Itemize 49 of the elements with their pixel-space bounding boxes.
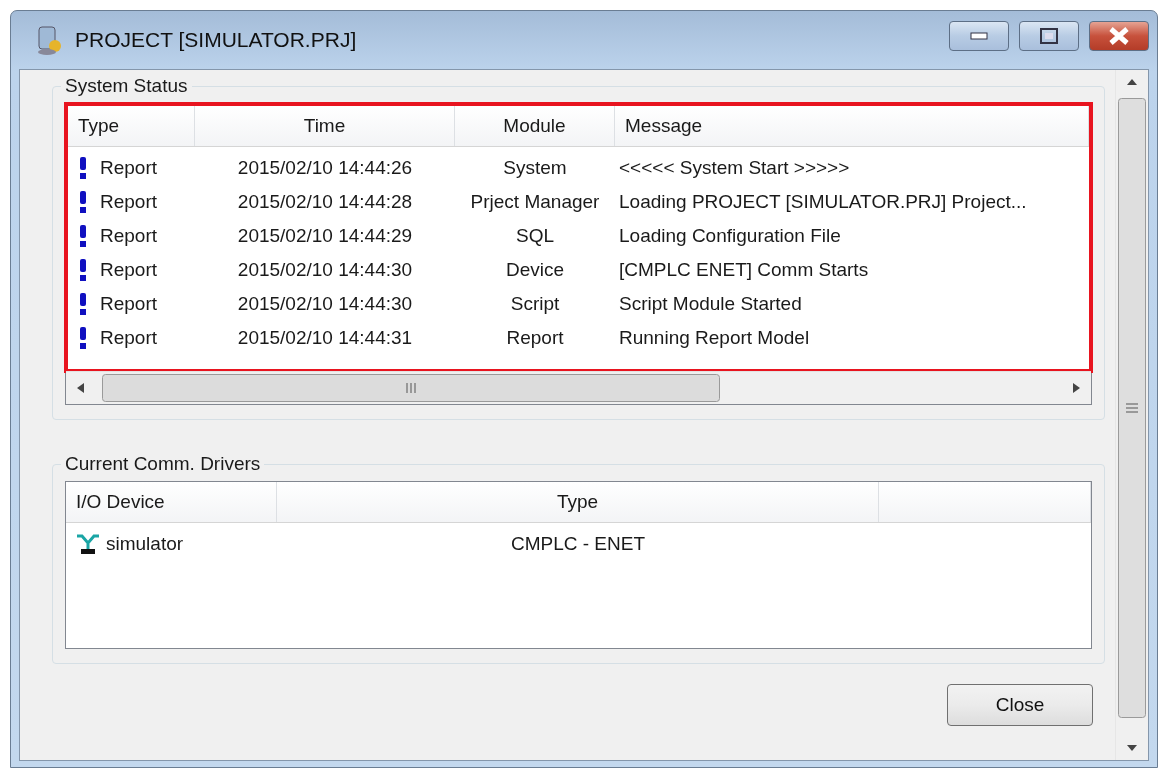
close-button[interactable]: Close [947,684,1093,726]
exclamation-icon [80,191,86,213]
maximize-icon [1040,28,1058,44]
scrollbar-thumb[interactable] [1118,98,1146,718]
column-header[interactable]: Type [68,106,195,146]
column-header[interactable]: Module [455,106,615,146]
table-cell-text: Loading PROJECT [SIMULATOR.PRJ] Project... [618,191,1028,213]
table-cell-text: SQL [515,225,555,247]
column-header[interactable]: I/O Device [66,482,277,522]
device-icon [76,534,100,554]
maximize-button[interactable] [1019,21,1079,51]
column-header[interactable]: Time [195,106,455,146]
exclamation-icon [80,327,86,349]
table-cell-text: Prject Manager [469,191,601,213]
table-cell-text: 2015/02/10 14:44:31 [236,327,414,349]
exclamation-icon [80,157,86,179]
table-cell-text: CMPLC - ENET [509,533,647,555]
table-cell-text: 2015/02/10 14:44:26 [236,157,414,179]
table-cell-text: 2015/02/10 14:44:28 [236,191,414,213]
table-cell-text: System [502,157,568,179]
column-header[interactable]: Type [277,482,879,522]
table-cell-text: Report [99,191,159,213]
minimize-icon [970,32,988,40]
table-cell-text: Report [99,327,159,349]
exclamation-icon [80,225,86,247]
table-cell-text: Device [504,259,566,281]
table-cell-text: Report [99,259,159,281]
close-window-button[interactable] [1089,21,1149,51]
table-cell-text: simulator [105,533,185,555]
exclamation-icon [80,293,86,315]
column-header[interactable]: Message [615,106,1089,146]
table-cell-text: Report [99,225,159,247]
scrollbar-thumb[interactable] [102,374,720,402]
table-cell-text: Script [509,293,561,315]
exclamation-icon [80,259,86,281]
table-cell-text: Report [505,327,565,349]
table-cell-text: Running Report Model [618,327,811,349]
close-icon [1108,27,1130,45]
table-cell-text: <<<<< System Start >>>>> [618,157,851,179]
table-cell-text: 2015/02/10 14:44:30 [236,259,414,281]
table-cell-text: Script Module Started [618,293,803,315]
table-cell-text: Report [99,293,159,315]
table-cell-text: 2015/02/10 14:44:29 [236,225,414,247]
window-title: PROJECT [SIMULATOR.PRJ] [75,28,358,52]
minimize-button[interactable] [949,21,1009,51]
table-cell-text: 2015/02/10 14:44:30 [236,293,414,315]
table-cell-text: Report [99,157,159,179]
table-cell-text: Loading Configuration File [618,225,842,247]
table-cell-text: [CMPLC ENET] Comm Starts [618,259,870,281]
